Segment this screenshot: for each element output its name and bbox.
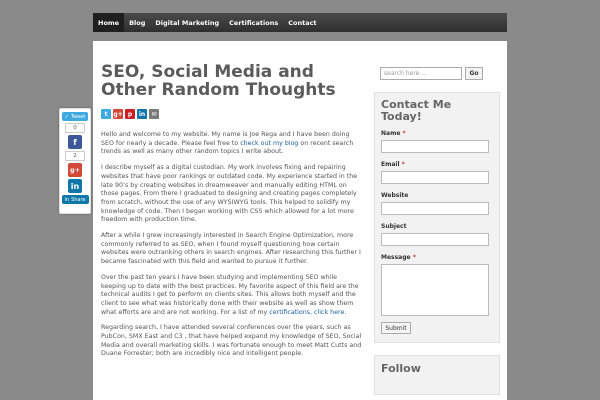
content-page: SEO, Social Media and Other Random Thoug… <box>93 41 507 400</box>
experience-text-after: . <box>344 308 347 316</box>
message-label-text: Message <box>381 254 411 261</box>
message-label: Message * <box>381 254 493 261</box>
required-mark: * <box>412 254 416 261</box>
certifications-link[interactable]: certifications, click here <box>269 309 344 316</box>
paragraph-custodian: I describe myself as a digital custodian… <box>101 164 358 224</box>
name-label-text: Name <box>381 130 401 137</box>
facebook-icon[interactable]: f <box>68 135 82 149</box>
email-icon[interactable]: ✉ <box>149 109 159 119</box>
nav-item-blog[interactable]: Blog <box>124 13 150 32</box>
floating-share-bar: ✓ Tweet 0 f 2 g+ in in Share <box>59 108 91 214</box>
nav-item-home[interactable]: Home <box>93 13 125 32</box>
linkedin-icon[interactable]: in <box>137 109 147 119</box>
paragraph-conferences: Regarding search, I have attended severa… <box>101 324 362 358</box>
required-mark: * <box>401 161 405 168</box>
required-mark: * <box>402 130 406 137</box>
sidebar: search here ... Go Contact Me Today! Nam… <box>374 57 500 395</box>
twitter-icon[interactable]: t <box>101 109 111 119</box>
share-label: Share <box>71 196 86 203</box>
blog-link[interactable]: check out my blog <box>240 140 298 147</box>
nav-item-digital-marketing[interactable]: Digital Marketing <box>150 13 224 32</box>
linkedin-share-button[interactable]: in Share <box>61 195 89 204</box>
name-field[interactable] <box>381 140 489 153</box>
email-label: Email * <box>381 161 493 168</box>
google-plus-count: 2 <box>65 151 85 161</box>
paragraph-seo-interest: After a while I grew increasingly intere… <box>101 232 361 266</box>
tweet-button[interactable]: ✓ Tweet <box>61 112 89 121</box>
twitter-bird-icon: ✓ <box>64 113 69 120</box>
nav-item-certifications[interactable]: Certifications <box>224 13 283 32</box>
search-go-button[interactable]: Go <box>465 67 483 80</box>
page-title: SEO, Social Media and Other Random Thoug… <box>101 62 336 100</box>
nav-item-contact[interactable]: Contact <box>283 13 321 32</box>
linkedin-share-icon[interactable]: in <box>68 179 82 193</box>
contact-widget-title: Contact Me Today! <box>381 98 452 123</box>
google-plus-icon[interactable]: g+ <box>113 109 123 119</box>
subject-field[interactable] <box>381 233 489 246</box>
follow-widget-title: Follow <box>381 362 421 375</box>
share-icons-row: t g+ p in ✉ <box>101 109 363 119</box>
like-count: 0 <box>65 123 85 133</box>
website-field[interactable] <box>381 202 489 215</box>
paragraph-experience: Over the past ten years I have been stud… <box>101 274 363 318</box>
submit-button[interactable]: Submit <box>381 322 411 334</box>
tweet-label: Tweet <box>70 113 86 120</box>
follow-widget: Follow <box>374 355 500 395</box>
subject-label: Subject <box>381 223 407 230</box>
website-label: Website <box>381 192 409 199</box>
top-navigation: Home Blog Digital Marketing Certificatio… <box>93 13 507 32</box>
message-field[interactable] <box>381 264 489 316</box>
google-plus-share-icon[interactable]: g+ <box>68 163 82 177</box>
email-label-text: Email <box>381 161 400 168</box>
search-form: search here ... Go <box>374 57 500 86</box>
email-field[interactable] <box>381 171 489 184</box>
name-label: Name * <box>381 130 493 137</box>
linkedin-small-icon: in <box>64 196 70 203</box>
pinterest-icon[interactable]: p <box>125 109 135 119</box>
contact-widget: Contact Me Today! Name * Email * Website… <box>374 92 500 343</box>
main-content: SEO, Social Media and Other Random Thoug… <box>101 63 363 366</box>
search-input[interactable]: search here ... <box>380 67 462 80</box>
intro-paragraph: Hello and welcome to my website. My name… <box>101 131 363 157</box>
